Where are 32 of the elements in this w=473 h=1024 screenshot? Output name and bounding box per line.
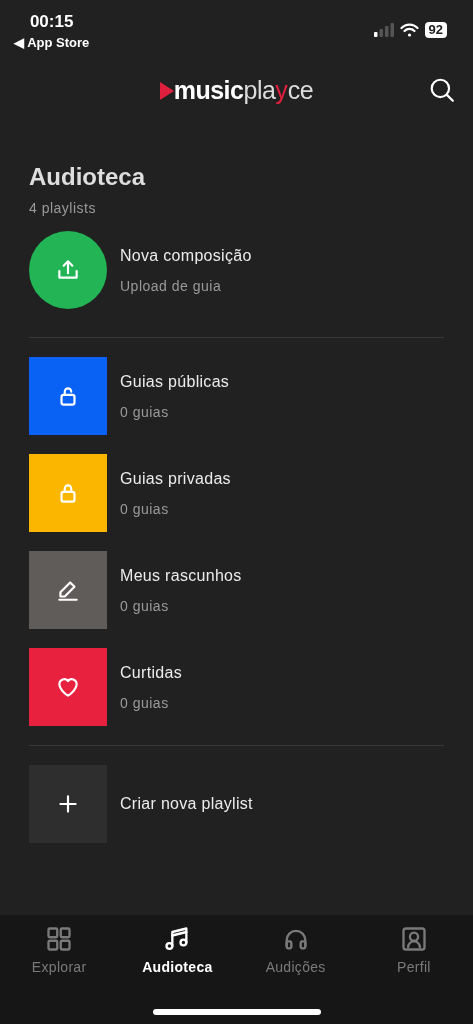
signal-icon	[373, 23, 394, 37]
list-item[interactable]: Guias privadas 0 guias	[29, 454, 444, 532]
battery-level: 92	[424, 22, 447, 38]
wifi-icon	[399, 23, 419, 37]
list-item[interactable]: Meus rascunhos 0 guias	[29, 551, 444, 629]
item-title: Curtidas	[120, 662, 182, 683]
playlist-count: 4 playlists	[29, 199, 97, 218]
tab[interactable]: Audioteca	[118, 925, 237, 978]
item-subtitle: 0 guias	[120, 693, 170, 713]
tab[interactable]: Perfil	[354, 925, 473, 978]
search-icon[interactable]	[429, 77, 455, 103]
item-title: Nova composição	[120, 245, 252, 266]
status-time: 00:15	[29, 12, 74, 32]
tab[interactable]: Explorar	[0, 925, 119, 978]
item-title: Criar nova playlist	[120, 794, 253, 814]
item-title: Meus rascunhos	[120, 565, 242, 586]
tab[interactable]: Audições	[236, 925, 355, 978]
back-link[interactable]: ◀ App Store	[14, 34, 90, 52]
logo: musicplayce	[159, 72, 314, 110]
list-item[interactable]: Guias públicas 0 guias	[29, 357, 444, 435]
item-subtitle: 0 guias	[120, 402, 170, 422]
profile-icon	[399, 925, 428, 953]
item-subtitle: 0 guias	[120, 596, 170, 616]
list-item[interactable]: Criar nova playlist	[29, 765, 444, 843]
page-title: Audioteca	[29, 162, 147, 192]
list-item[interactable]: Nova composição Upload de guia	[29, 231, 444, 309]
item-subtitle: 0 guias	[120, 499, 170, 519]
item-title: Guias públicas	[120, 371, 230, 392]
item-subtitle: Upload de guia	[120, 276, 223, 296]
item-title: Guias privadas	[120, 468, 231, 489]
grid-icon	[45, 925, 74, 953]
list-item[interactable]: Curtidas 0 guias	[29, 648, 444, 726]
